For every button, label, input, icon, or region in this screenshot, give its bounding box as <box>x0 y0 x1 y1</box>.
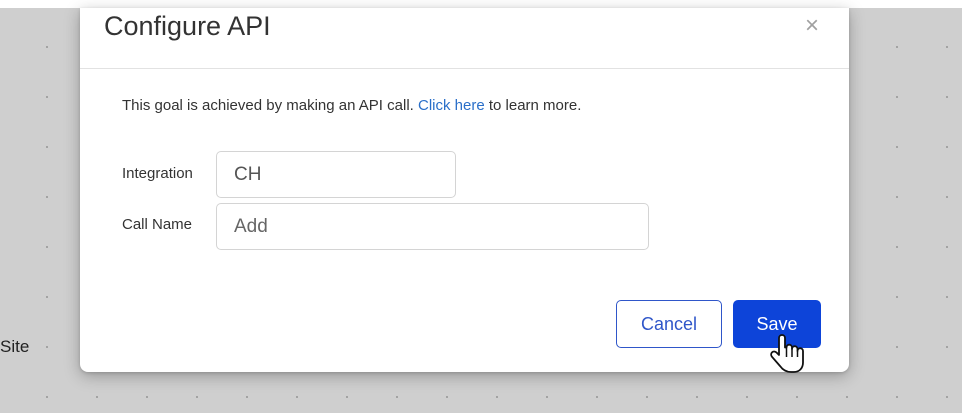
close-icon[interactable]: × <box>805 14 819 38</box>
integration-label: Integration <box>122 165 193 182</box>
configure-api-modal: Configure API × This goal is achieved by… <box>80 8 849 372</box>
modal-title: Configure API <box>104 11 271 41</box>
description-text-end: to learn more. <box>484 97 582 114</box>
call-name-input[interactable] <box>216 203 649 250</box>
canvas-node-label: Site <box>0 337 30 356</box>
call-name-label: Call Name <box>122 216 193 233</box>
hand-pointer-icon <box>770 334 804 373</box>
description-text: This goal is achieved by making an API c… <box>122 97 418 114</box>
integration-input[interactable] <box>216 151 456 198</box>
modal-header: Configure API × <box>80 8 849 69</box>
canvas-top-edge <box>0 0 962 8</box>
cancel-button[interactable]: Cancel <box>616 300 722 348</box>
learn-more-link[interactable]: Click here <box>418 97 485 114</box>
modal-description: This goal is achieved by making an API c… <box>122 97 581 114</box>
